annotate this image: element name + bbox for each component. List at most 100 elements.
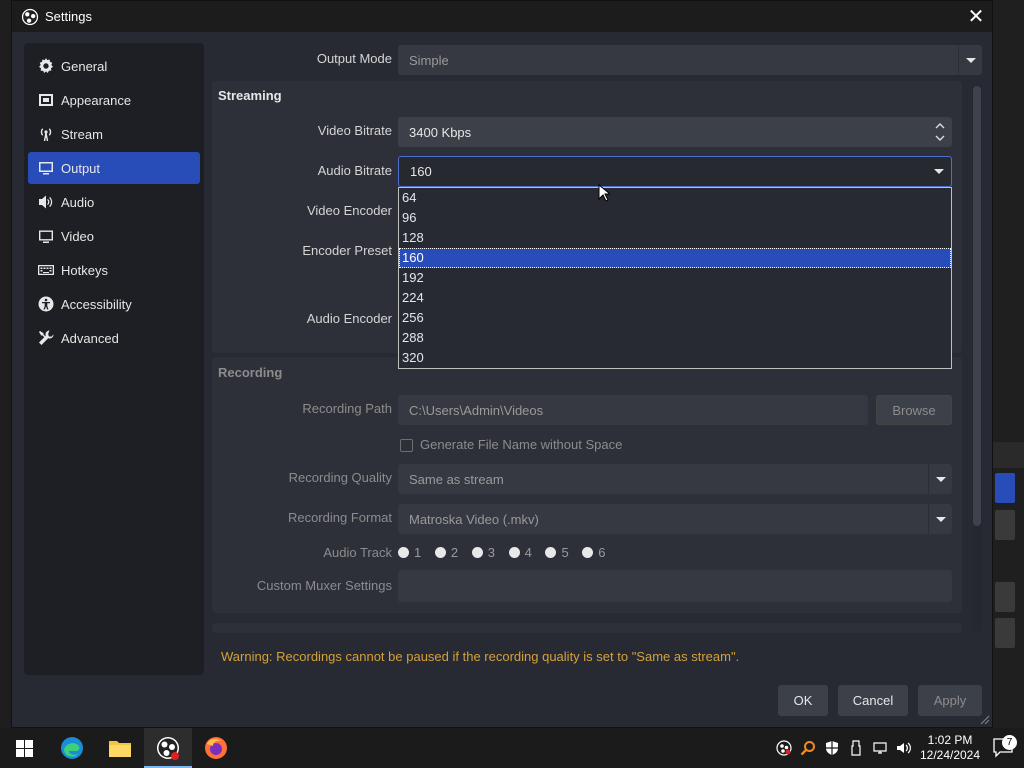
encoder-preset-label: Encoder Preset	[302, 243, 392, 258]
scrollbar-thumb[interactable]	[973, 86, 981, 526]
notification-center-button[interactable]: 7	[984, 735, 1024, 758]
browse-button[interactable]: Browse	[876, 395, 952, 425]
recording-title: Recording	[218, 365, 283, 380]
settings-scrollbar[interactable]	[972, 86, 982, 631]
chevron-down-icon	[928, 504, 952, 534]
video-bitrate-spinbox[interactable]: 3400 Kbps	[398, 117, 952, 147]
radio-icon	[471, 547, 483, 558]
resize-grip-icon[interactable]	[980, 715, 990, 725]
close-button[interactable]: ✕	[960, 1, 992, 32]
recording-path-value: C:\Users\Admin\Videos	[409, 402, 544, 418]
obs-logo-icon	[776, 740, 792, 756]
tray-network[interactable]	[868, 728, 892, 768]
audio-bitrate-select[interactable]: 160	[398, 156, 952, 187]
background-button	[995, 510, 1015, 540]
dropdown-option[interactable]: 64	[399, 188, 951, 208]
sidebar-item-accessibility[interactable]: Accessibility	[28, 288, 200, 320]
audio-track-radio[interactable]: 4	[508, 545, 532, 560]
taskbar: 1:02 PM 12/24/2024 7	[0, 728, 1024, 768]
custom-muxer-label: Custom Muxer Settings	[256, 578, 392, 593]
dropdown-option[interactable]: 256	[399, 308, 951, 328]
recording-format-value: Matroska Video (.mkv)	[409, 511, 539, 527]
track-label: 3	[487, 545, 495, 560]
streaming-title: Streaming	[218, 88, 282, 103]
next-group-edge	[212, 623, 962, 633]
keyboard-icon	[38, 265, 54, 275]
track-label: 4	[524, 545, 532, 560]
recording-path-input[interactable]: C:\Users\Admin\Videos	[398, 395, 868, 425]
no-space-checkbox[interactable]	[400, 439, 413, 452]
tray-search[interactable]	[796, 728, 820, 768]
radio-icon	[398, 547, 409, 558]
background-button	[995, 473, 1015, 503]
speaker-icon	[39, 195, 53, 209]
shield-icon	[826, 741, 838, 755]
spin-buttons[interactable]	[928, 117, 952, 147]
audio-track-radio[interactable]: 3	[471, 545, 495, 560]
tray-volume[interactable]	[892, 728, 916, 768]
tray-obs[interactable]	[772, 728, 796, 768]
output-mode-select[interactable]: Simple	[398, 45, 982, 75]
sidebar-item-hotkeys[interactable]: Hotkeys	[28, 254, 200, 286]
dropdown-option[interactable]: 192	[399, 268, 951, 288]
sidebar-item-advanced[interactable]: Advanced	[28, 322, 200, 354]
recording-quality-select[interactable]: Same as stream	[398, 464, 952, 494]
sidebar-item-label: Accessibility	[61, 296, 132, 312]
audio-track-radio[interactable]: 6	[582, 545, 606, 560]
recording-format-select[interactable]: Matroska Video (.mkv)	[398, 504, 952, 534]
screen-icon	[39, 230, 53, 243]
audio-bitrate-dropdown: 64 96 128 160 192 224 256 288 320	[398, 187, 952, 369]
custom-muxer-input[interactable]	[398, 570, 952, 602]
dropdown-option[interactable]: 96	[399, 208, 951, 228]
sidebar-item-label: Hotkeys	[61, 262, 108, 278]
dropdown-option[interactable]: 224	[399, 288, 951, 308]
system-tray: 1:02 PM 12/24/2024 7	[772, 728, 1024, 768]
tools-icon	[39, 330, 54, 345]
dropdown-option-selected[interactable]: 160	[399, 248, 951, 268]
audio-bitrate-label: Audio Bitrate	[317, 163, 392, 178]
tray-usb[interactable]	[844, 728, 868, 768]
dropdown-option[interactable]: 288	[399, 328, 951, 348]
sidebar-item-general[interactable]: General	[28, 50, 200, 82]
radio-icon	[434, 547, 446, 558]
accessibility-icon	[38, 296, 54, 312]
taskbar-file-explorer[interactable]	[96, 728, 144, 768]
audio-track-radio[interactable]: 1	[398, 545, 421, 560]
taskbar-clock[interactable]: 1:02 PM 12/24/2024	[916, 733, 984, 763]
sidebar-item-stream[interactable]: Stream	[28, 118, 200, 150]
monitor-icon	[39, 162, 53, 175]
track-label: 2	[450, 545, 459, 560]
track-label: 5	[561, 545, 569, 560]
dropdown-option[interactable]: 128	[399, 228, 951, 248]
chevron-down-icon	[958, 45, 982, 75]
sidebar-item-label: General	[61, 58, 108, 74]
audio-track-radio[interactable]: 5	[545, 545, 569, 560]
no-space-label: Generate File Name without Space	[420, 437, 623, 452]
sidebar-item-output[interactable]: Output	[28, 152, 200, 184]
settings-sidebar: General Appearance Stream Output Audio V…	[24, 43, 204, 675]
sidebar-item-label: Audio	[61, 194, 95, 210]
ok-button[interactable]: OK	[778, 685, 828, 716]
taskbar-obs[interactable]	[144, 728, 192, 768]
volume-icon	[897, 742, 911, 754]
cancel-button[interactable]: Cancel	[838, 685, 908, 716]
background-button	[995, 618, 1015, 648]
sidebar-item-audio[interactable]: Audio	[28, 186, 200, 218]
apply-button[interactable]: Apply	[918, 685, 982, 716]
taskbar-firefox[interactable]	[192, 728, 240, 768]
audio-bitrate-value: 160	[410, 164, 432, 179]
audio-track-radio[interactable]: 2	[434, 545, 459, 560]
taskbar-edge[interactable]	[48, 728, 96, 768]
mouse-cursor-icon	[598, 184, 610, 202]
tray-security[interactable]	[820, 728, 844, 768]
start-button[interactable]	[0, 728, 48, 768]
background-window-right	[993, 0, 1024, 728]
antenna-icon	[40, 128, 52, 141]
firefox-icon	[205, 737, 227, 759]
dropdown-option[interactable]: 320	[399, 348, 951, 368]
track-label: 1	[414, 545, 422, 560]
sidebar-item-appearance[interactable]: Appearance	[28, 84, 200, 116]
audio-encoder-label: Audio Encoder	[306, 311, 392, 326]
radio-icon	[545, 547, 557, 558]
sidebar-item-video[interactable]: Video	[28, 220, 200, 252]
